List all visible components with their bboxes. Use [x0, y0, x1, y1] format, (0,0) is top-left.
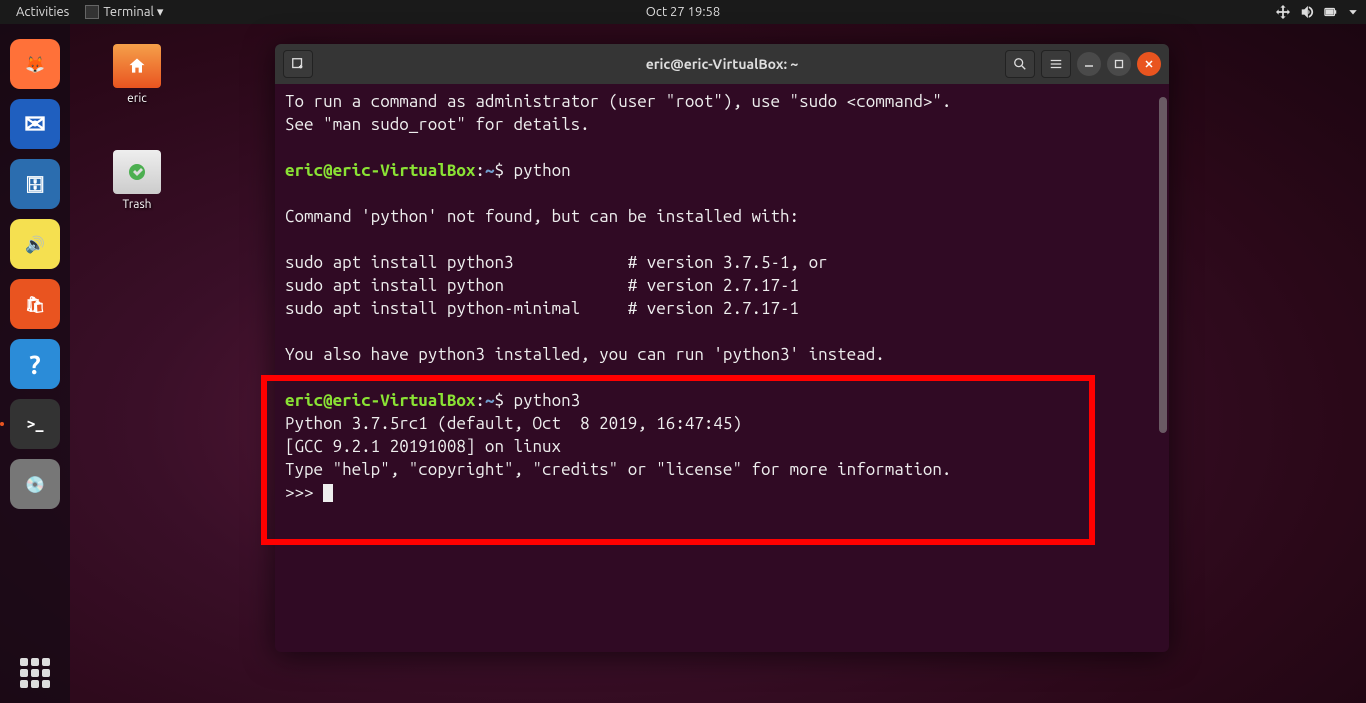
desktop-trash[interactable]: Trash	[102, 150, 172, 211]
desktop-icon-label: eric	[102, 92, 172, 105]
terminal-line	[285, 228, 1159, 251]
close-button[interactable]	[1137, 52, 1161, 76]
disk-icon[interactable]: 💿	[10, 459, 60, 509]
terminal-line: Command 'python' not found, but can be i…	[285, 205, 1159, 228]
terminal-line	[285, 136, 1159, 159]
desktop-folder-eric[interactable]: eric	[102, 44, 172, 105]
thunderbird-icon[interactable]: ✉	[10, 99, 60, 149]
terminal-line: eric@eric-VirtualBox:~$ python	[285, 159, 1159, 182]
terminal-line: To run a command as administrator (user …	[285, 90, 1159, 113]
terminal-line: You also have python3 installed, you can…	[285, 343, 1159, 366]
files-icon[interactable]: 🗄	[10, 159, 60, 209]
activities-button[interactable]: Activities	[8, 5, 77, 19]
new-tab-button[interactable]	[283, 50, 313, 78]
desktop-icon-label: Trash	[102, 198, 172, 211]
maximize-button[interactable]	[1107, 52, 1131, 76]
terminal-line: sudo apt install python3 # version 3.7.5…	[285, 251, 1159, 274]
rhythmbox-icon[interactable]: 🔊	[10, 219, 60, 269]
app-menu[interactable]: Terminal ▾	[77, 5, 171, 20]
terminal-icon[interactable]: >_	[10, 399, 60, 449]
system-status-area[interactable]	[1276, 5, 1358, 19]
menu-button[interactable]	[1041, 50, 1071, 78]
folder-icon	[113, 44, 161, 88]
terminal-line	[285, 320, 1159, 343]
firefox-icon[interactable]: 🦊	[10, 39, 60, 89]
terminal-line: [GCC 9.2.1 20191008] on linux	[285, 435, 1159, 458]
search-button[interactable]	[1005, 50, 1035, 78]
scrollbar[interactable]	[1159, 86, 1167, 646]
terminal-line: >>>	[285, 481, 1159, 504]
power-icon	[1348, 5, 1358, 19]
software-icon[interactable]: 🛍	[10, 279, 60, 329]
cursor	[323, 484, 333, 502]
trash-icon	[113, 150, 161, 194]
help-icon[interactable]: ?	[10, 339, 60, 389]
window-title: eric@eric-VirtualBox: ~	[646, 56, 799, 72]
terminal-line	[285, 182, 1159, 205]
clock[interactable]: Oct 27 19:58	[646, 5, 720, 19]
network-icon	[1276, 5, 1290, 19]
dock: 🦊 ✉ 🗄 🔊 🛍? >_ 💿	[0, 24, 70, 703]
battery-icon	[1324, 5, 1338, 19]
terminal-line: See "man sudo_root" for details.	[285, 113, 1159, 136]
terminal-window: eric@eric-VirtualBox: ~ To run a command…	[275, 44, 1169, 652]
terminal-line: Python 3.7.5rc1 (default, Oct 8 2019, 16…	[285, 412, 1159, 435]
terminal-line	[285, 366, 1159, 389]
titlebar[interactable]: eric@eric-VirtualBox: ~	[275, 44, 1169, 84]
volume-icon	[1300, 5, 1314, 19]
top-bar: Activities Terminal ▾ Oct 27 19:58	[0, 0, 1366, 24]
terminal-small-icon	[85, 5, 99, 19]
scrollbar-thumb[interactable]	[1159, 97, 1167, 433]
terminal-body[interactable]: To run a command as administrator (user …	[275, 84, 1169, 652]
terminal-line: eric@eric-VirtualBox:~$ python3	[285, 389, 1159, 412]
app-menu-label: Terminal ▾	[103, 5, 163, 20]
show-applications-button[interactable]	[20, 658, 50, 688]
terminal-line: Type "help", "copyright", "credits" or "…	[285, 458, 1159, 481]
terminal-line: sudo apt install python-minimal # versio…	[285, 297, 1159, 320]
minimize-button[interactable]	[1077, 52, 1101, 76]
terminal-line: sudo apt install python # version 2.7.17…	[285, 274, 1159, 297]
